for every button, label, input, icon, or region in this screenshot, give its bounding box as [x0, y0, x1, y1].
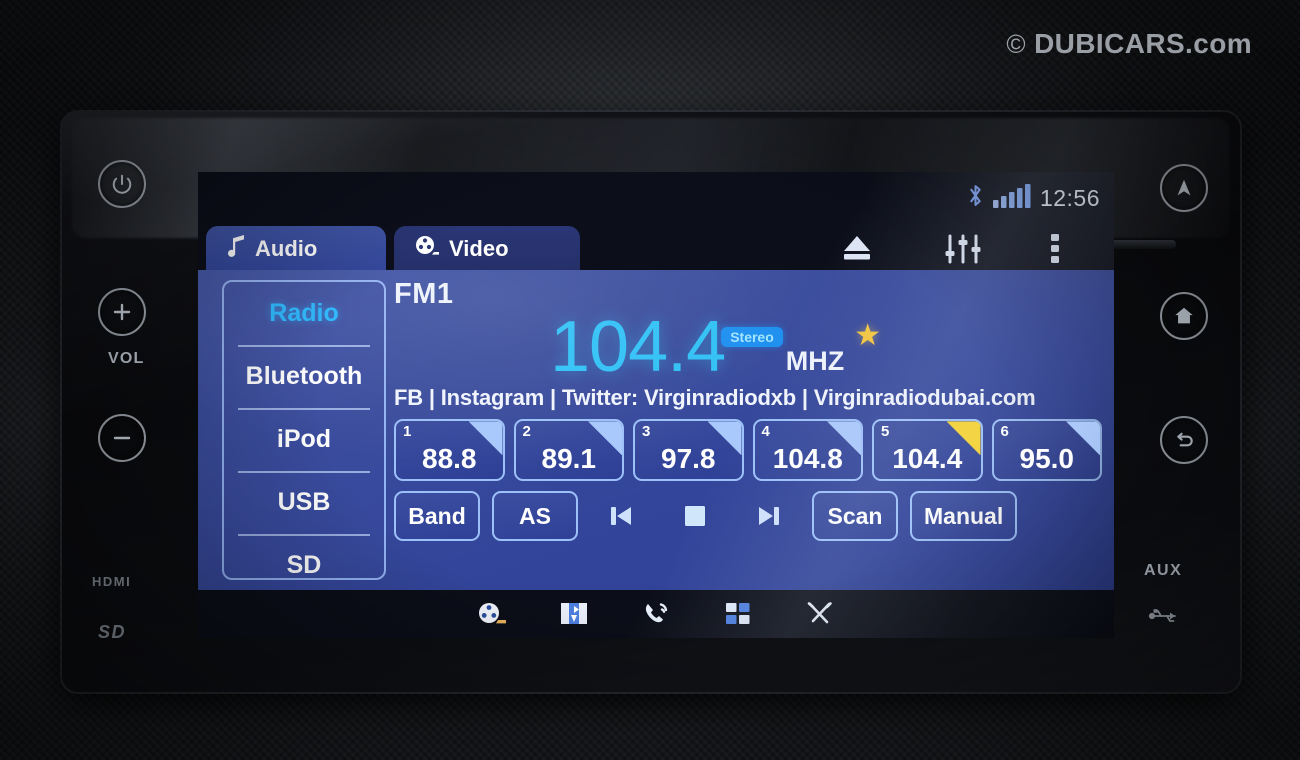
preset-number: 2	[522, 423, 531, 441]
preset-number: 4	[761, 423, 770, 441]
radio-panel: Radio Bluetooth iPod USB SD FM1 104.4 St…	[198, 270, 1114, 590]
source-label: SD	[286, 551, 322, 579]
source-item-sd[interactable]: SD	[224, 534, 384, 579]
bottom-nav-bar	[198, 590, 1114, 638]
source-label: USB	[277, 488, 331, 516]
watermark-copyright: ©	[1006, 29, 1026, 59]
infotainment-screen[interactable]: 12:56 Audio Video Radio Bluetooth iPod U…	[198, 172, 1114, 638]
tab-video-label: Video	[449, 236, 509, 261]
more-menu-icon[interactable]	[1048, 234, 1062, 264]
control-row: Band AS Scan Manual	[394, 491, 1102, 542]
preset-row: 1 88.8 2 89.1 3 97.8 4 104.8 5 104.4 6 9…	[394, 419, 1102, 482]
source-item-ipod[interactable]: iPod	[224, 408, 384, 471]
bluetooth-icon	[967, 183, 984, 213]
aux-port-label: AUX	[1144, 562, 1183, 579]
star-icon[interactable]: ★	[854, 318, 881, 353]
volume-down-button[interactable]	[98, 414, 146, 462]
navigation-button[interactable]	[1160, 164, 1208, 212]
phone-icon[interactable]	[639, 599, 673, 629]
frequency-display: 104.4 Stereo MHZ ★	[394, 307, 1102, 387]
film-reel-icon	[414, 234, 440, 264]
volume-label: VOL	[108, 350, 145, 367]
preset-button-5[interactable]: 5 104.4	[872, 419, 983, 482]
source-list[interactable]: Radio Bluetooth iPod USB SD	[222, 280, 386, 580]
frequency-value: 104.4	[550, 307, 726, 387]
watermark: © DUBICARS.com	[1006, 28, 1252, 60]
stop-icon[interactable]	[664, 491, 726, 541]
volume-up-button[interactable]	[98, 288, 146, 336]
tab-bar: Audio Video	[198, 224, 1114, 272]
music-note-icon	[226, 234, 246, 264]
source-label: Radio	[269, 299, 339, 327]
rds-text: FB | Instagram | Twitter: Virginradiodxb…	[394, 385, 1036, 411]
preset-number: 6	[1000, 423, 1009, 441]
frequency-unit: MHZ	[785, 346, 845, 377]
preset-button-3[interactable]: 3 97.8	[633, 419, 744, 482]
tuner-content: FM1 104.4 Stereo MHZ ★ FB | Instagram | …	[394, 278, 1102, 542]
auto-store-button[interactable]: AS	[492, 491, 578, 542]
preset-frequency: 89.1	[541, 443, 597, 475]
preset-frequency: 95.0	[1019, 443, 1075, 475]
power-button[interactable]	[98, 160, 146, 208]
sd-card-slot-label: SD	[98, 622, 127, 642]
preset-button-2[interactable]: 2 89.1	[513, 419, 624, 482]
preset-number: 3	[642, 423, 651, 441]
source-item-radio[interactable]: Radio	[224, 282, 384, 345]
next-track-icon[interactable]	[738, 491, 800, 541]
media-icon[interactable]	[475, 599, 509, 629]
preset-frequency: 97.8	[661, 443, 716, 475]
clock: 12:56	[1039, 184, 1100, 211]
source-item-bluetooth[interactable]: Bluetooth	[224, 345, 384, 408]
stereo-badge: Stereo	[721, 327, 783, 348]
left-bezel: VOL HDMI SD	[62, 150, 190, 662]
usb-port-icon	[1148, 606, 1182, 631]
watermark-text: DUBICARS.com	[1034, 28, 1252, 59]
status-bar: 12:56	[198, 172, 1114, 224]
tab-audio-label: Audio	[255, 236, 318, 261]
preset-number: 1	[403, 423, 412, 441]
signal-bars-icon	[992, 183, 1031, 213]
previous-track-icon[interactable]	[590, 491, 652, 541]
preset-frequency: 104.4	[892, 443, 963, 475]
preset-number: 5	[881, 423, 890, 441]
tab-audio[interactable]: Audio	[206, 226, 386, 272]
home-button[interactable]	[1160, 292, 1208, 340]
band-label: FM1	[394, 278, 454, 310]
eject-icon[interactable]	[840, 234, 874, 262]
preset-button-1[interactable]: 1 88.8	[394, 419, 505, 482]
source-label: Bluetooth	[245, 362, 363, 390]
tab-video[interactable]: Video	[394, 226, 580, 272]
source-item-usb[interactable]: USB	[224, 471, 384, 534]
preset-frequency: 104.8	[772, 443, 843, 475]
manual-button[interactable]: Manual	[910, 491, 1018, 542]
source-label: iPod	[276, 425, 332, 453]
equalizer-icon[interactable]	[944, 234, 982, 264]
navigation-map-icon[interactable]	[557, 599, 591, 629]
preset-frequency: 88.8	[422, 443, 477, 475]
scan-button[interactable]: Scan	[812, 491, 898, 542]
hdmi-slot-label: HDMI	[92, 574, 132, 589]
apps-grid-icon[interactable]	[721, 599, 755, 629]
tools-settings-icon[interactable]	[803, 599, 837, 629]
back-button[interactable]	[1160, 416, 1208, 464]
preset-button-6[interactable]: 6 95.0	[991, 419, 1102, 482]
band-button[interactable]: Band	[394, 491, 480, 542]
preset-button-4[interactable]: 4 104.8	[752, 419, 863, 482]
right-bezel: AUX	[1112, 150, 1240, 662]
